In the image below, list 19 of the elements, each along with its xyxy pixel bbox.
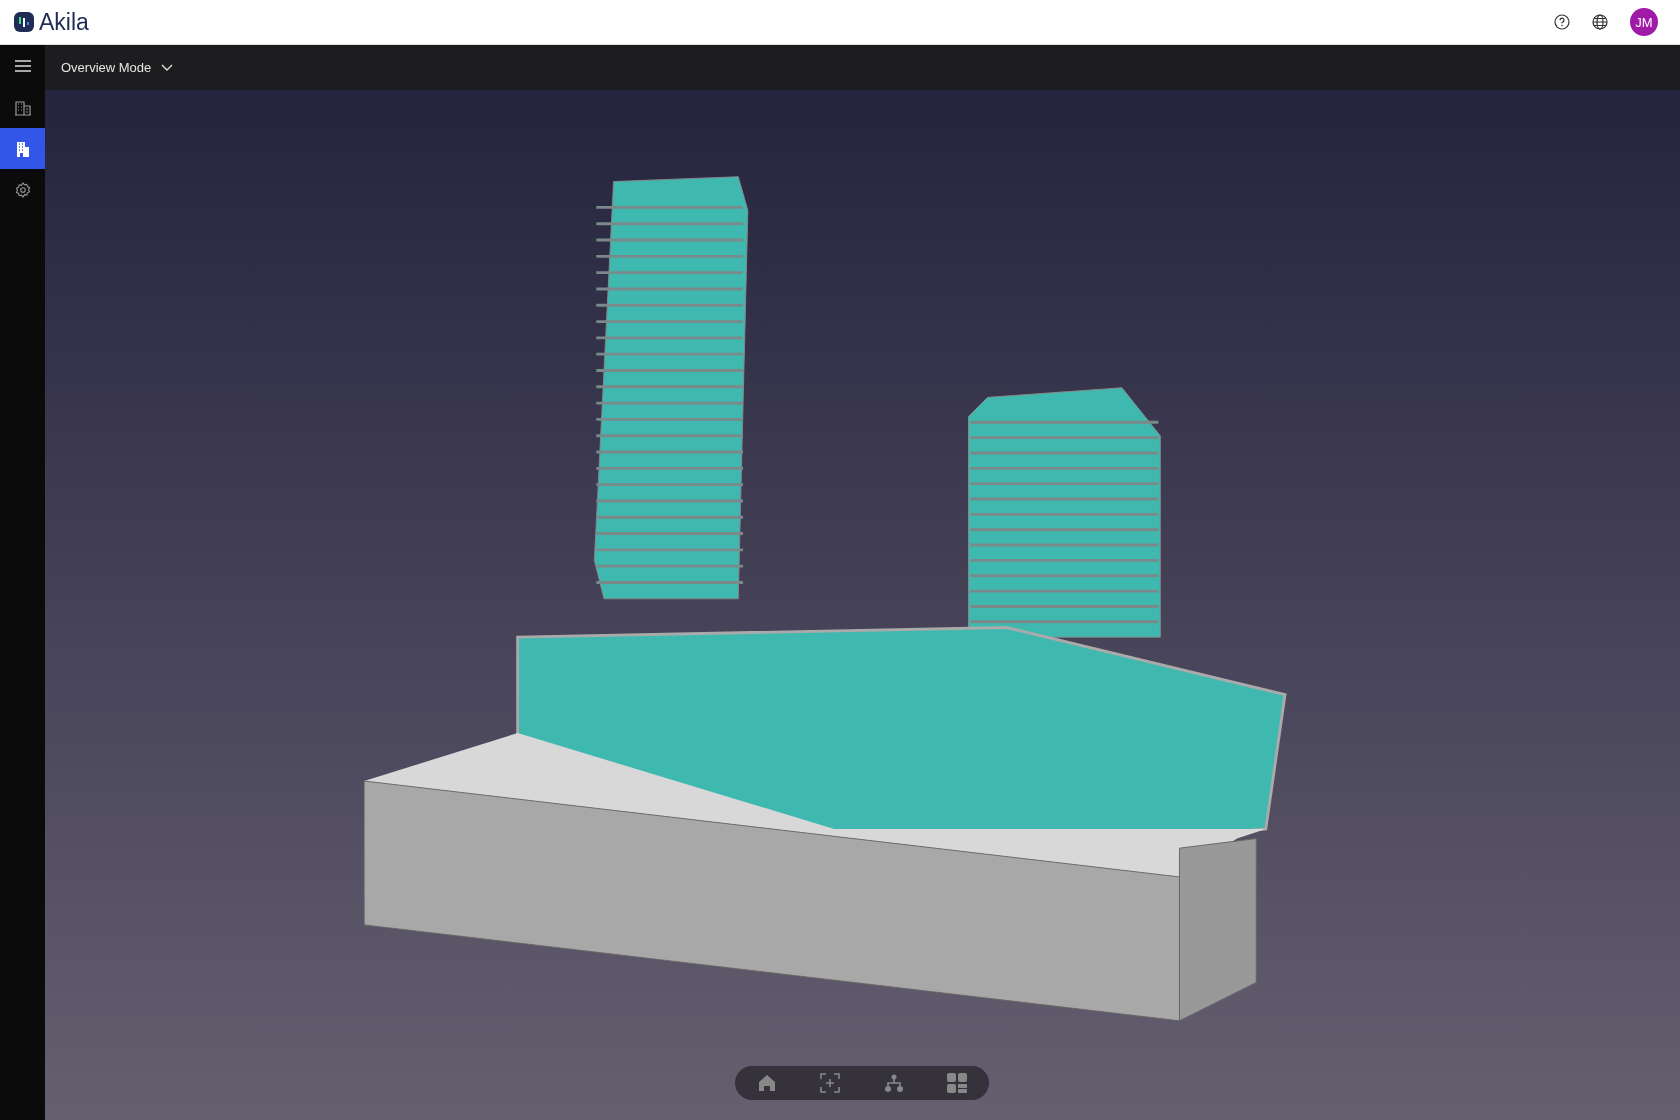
mode-dropdown[interactable]: Overview Mode [55,59,180,76]
chevron-down-icon [161,63,174,72]
settings-icon [14,181,31,198]
hierarchy-icon [883,1073,904,1093]
building-nav-button[interactable] [0,128,45,169]
grid-layout-icon [947,1073,968,1093]
help-icon[interactable] [1554,14,1570,30]
logo-icon [14,12,34,32]
focus-icon [820,1073,841,1093]
user-avatar[interactable]: JM [1630,8,1658,36]
layout-button[interactable] [945,1071,970,1095]
brand-name: Akila [39,8,89,36]
menu-icon [14,60,31,72]
buildings-icon [14,99,31,116]
3d-viewport[interactable] [45,90,1680,1120]
building-icon [15,140,30,157]
focus-button[interactable] [818,1071,843,1095]
globe-icon[interactable] [1592,14,1608,30]
home-icon [756,1073,777,1093]
